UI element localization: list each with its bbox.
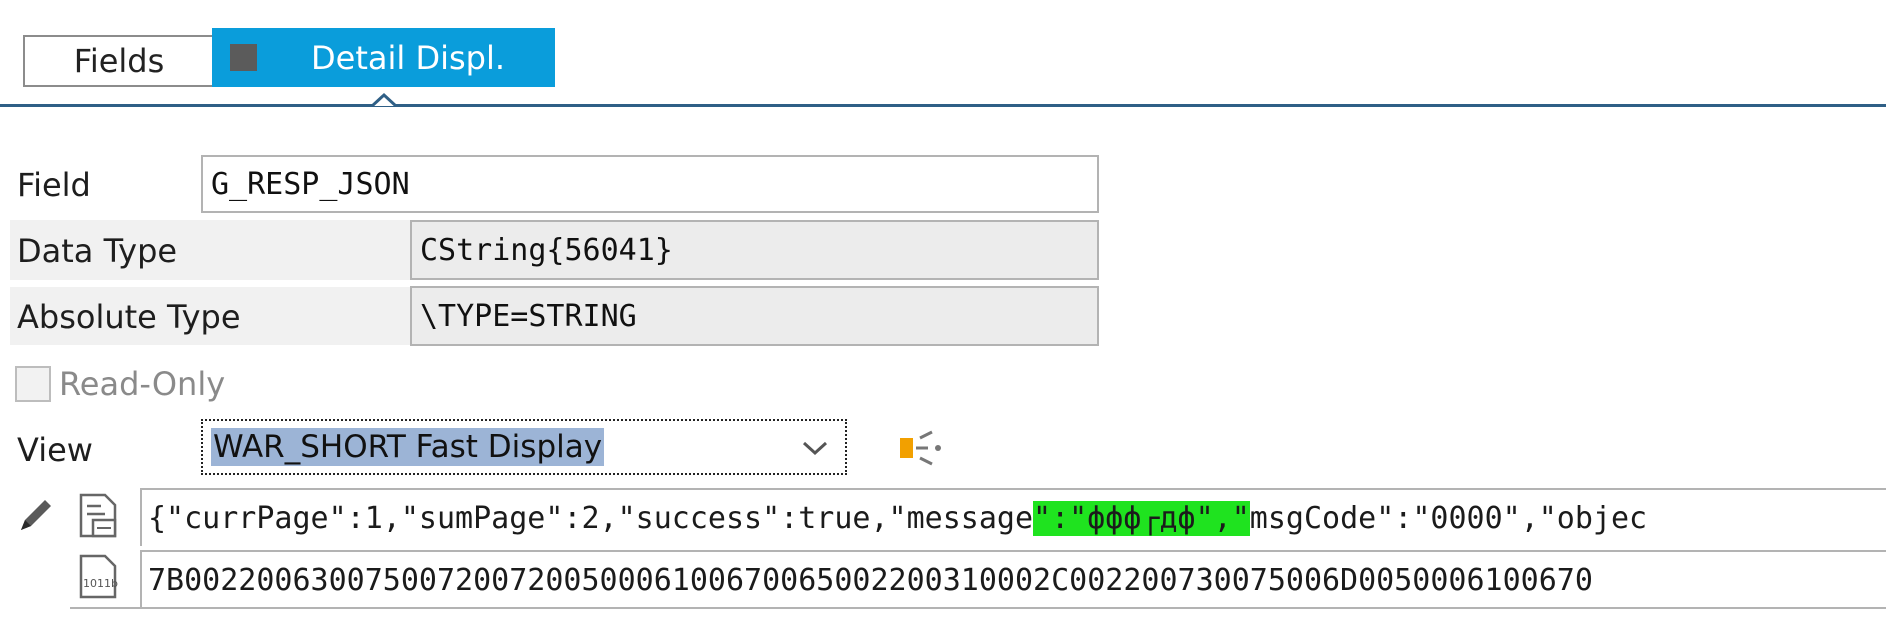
view-label-text: View [17,431,93,469]
data-type-label: Data Type [17,222,177,280]
absolute-type-label-text: Absolute Type [17,298,241,336]
view-options-icon[interactable] [898,428,944,468]
content-hex-line: 7B00220063007500720072005000610067006500… [140,550,1886,608]
tab-square-icon [230,44,257,71]
view-label: View [17,422,93,478]
absolute-type-label: Absolute Type [17,288,241,346]
data-type-value-text: CString{56041} [420,232,673,268]
svg-text:1011b: 1011b [83,577,118,590]
data-type-label-text: Data Type [17,232,178,270]
content-text-part-2: msgCode":"0000","objec [1249,500,1648,536]
content-text-highlight: ":"ффф┌дф"," [1033,500,1250,536]
view-select[interactable]: WAR_SHORT Fast Display [201,419,847,475]
active-tab-notch-icon [372,92,396,108]
tab-strip-divider [0,104,1886,107]
absolute-type-value: \TYPE=STRING [410,286,1099,346]
content-text-line: {"currPage":1,"sumPage":2,"success":true… [140,488,1886,546]
absolute-type-value-text: \TYPE=STRING [420,298,637,334]
hex-view-icon[interactable]: 1011b [77,553,121,601]
content-text-part: {"currPage":1,"sumPage":2,"success":true… [148,500,1034,536]
tab-fields[interactable]: Fields [23,35,213,87]
view-selected-value: WAR_SHORT Fast Display [211,428,605,466]
pencil-icon[interactable] [15,494,57,536]
data-type-value: CString{56041} [410,220,1099,280]
field-label: Field [17,157,91,213]
read-only-checkbox[interactable] [15,366,51,402]
content-hex-value: 7B00220063007500720072005000610067006500… [148,562,1593,598]
field-name-input[interactable]: G_RESP_JSON [201,155,1099,213]
text-view-icon[interactable] [75,492,123,540]
field-name-value: G_RESP_JSON [211,166,410,202]
read-only-checkbox-row: Read-Only [15,362,225,406]
read-only-label: Read-Only [59,365,226,403]
field-label-text: Field [17,166,91,204]
tab-detail-display[interactable]: Detail Displ. [212,28,555,87]
chevron-down-icon [801,431,829,464]
tab-detail-label: Detail Displ. [311,38,506,77]
tab-fields-label: Fields [73,42,165,80]
content-bottom-border [70,607,1886,609]
